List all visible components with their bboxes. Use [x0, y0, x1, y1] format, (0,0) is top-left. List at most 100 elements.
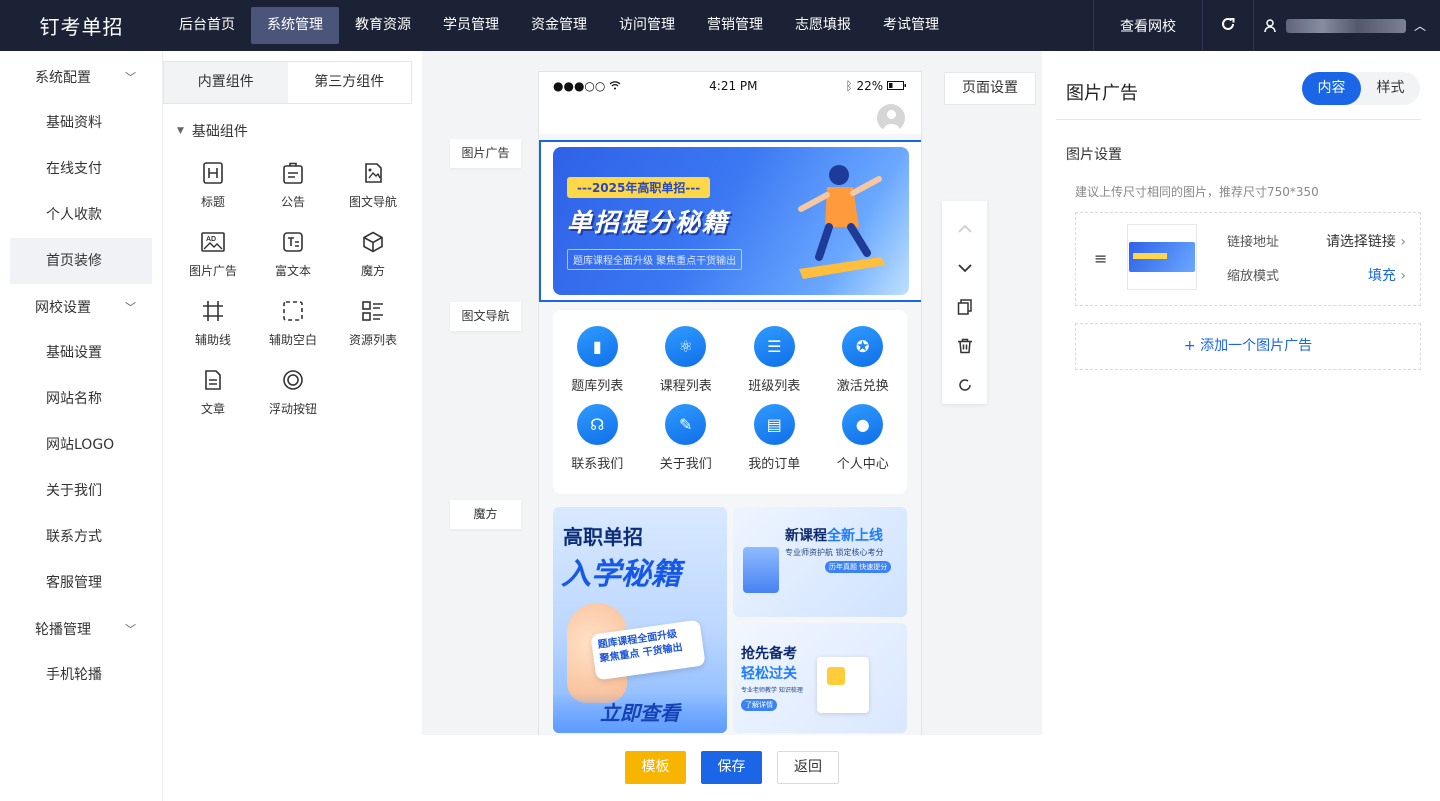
sidebar-item-personal-collect[interactable]: 个人收款 — [10, 192, 152, 238]
properties-panel: 图片广告 内容 样式 图片设置 建议上传尺寸相同的图片，推荐尺寸750*350 … — [1042, 51, 1440, 801]
phone-header — [539, 100, 921, 134]
back-button[interactable]: 返回 — [777, 750, 839, 784]
topnav-home[interactable]: 后台首页 — [163, 7, 251, 44]
nav-profile[interactable]: ● 个人中心 — [819, 404, 908, 472]
add-image-ad-button[interactable]: + 添加一个图片广告 — [1075, 323, 1421, 370]
zoom-selector[interactable]: 填充 › — [1368, 265, 1406, 285]
tab-style[interactable]: 样式 — [1361, 72, 1420, 105]
nav-class-list[interactable]: ☰ 班级列表 — [730, 326, 819, 394]
sidebar-group-label: 网校设置 — [35, 300, 91, 316]
view-site-link[interactable]: 查看网校 — [1094, 16, 1202, 36]
page-settings-button[interactable]: 页面设置 — [944, 72, 1036, 105]
sidebar-item-online-pay[interactable]: 在线支付 — [10, 146, 152, 192]
tab-third-party[interactable]: 第三方组件 — [288, 62, 412, 103]
drag-handle-icon[interactable]: ≡ — [1094, 249, 1107, 268]
topnav-students[interactable]: 学员管理 — [427, 7, 515, 44]
banner-pill: ---2025年高职单招--- — [567, 177, 711, 198]
component-tag-image-ad[interactable]: 图片广告 — [450, 139, 521, 168]
move-down-icon[interactable] — [956, 248, 974, 287]
topnav-marketing[interactable]: 营销管理 — [691, 7, 779, 44]
nav-label: 联系我们 — [571, 457, 624, 472]
reset-icon[interactable] — [957, 365, 973, 404]
sidebar-group-school-settings[interactable]: 网校设置 ﹀ — [0, 284, 162, 330]
user-menu[interactable]: ︿ — [1254, 17, 1440, 34]
magic-cube-right-top-image[interactable]: 新课程全新上线 专业师资护航 锁定核心考分 历年真题 快速提分 — [733, 507, 907, 617]
sidebar-item-basic-settings[interactable]: 基础设置 — [10, 330, 152, 376]
nav-about[interactable]: ✎ 关于我们 — [642, 404, 731, 472]
sidebar-item-about[interactable]: 关于我们 — [10, 468, 152, 514]
sidebar-item-mobile-carousel[interactable]: 手机轮播 — [10, 652, 152, 698]
component-tag-magic-cube[interactable]: 魔方 — [450, 500, 521, 529]
footer-actions: 模板 保存 返回 — [422, 735, 1042, 801]
nav-contact[interactable]: ☊ 联系我们 — [553, 404, 642, 472]
widget-float-button[interactable]: 浮动按钮 — [253, 366, 333, 417]
nav-course-list[interactable]: ⚛ 课程列表 — [642, 326, 731, 394]
component-tag-image-nav[interactable]: 图文导航 — [450, 302, 521, 331]
template-button[interactable]: 模板 — [625, 750, 686, 784]
nav-label: 我的订单 — [748, 457, 801, 472]
sidebar-item-customer-service[interactable]: 客服管理 — [10, 560, 152, 606]
cube-icon — [359, 228, 387, 256]
sidebar-group-carousel[interactable]: 轮播管理 ﹀ — [0, 606, 162, 652]
sidebar-item-homepage-decor[interactable]: 首页装修 — [10, 238, 152, 284]
banner-image: ---2025年高职单招--- 单招提分秘籍 题库课程全面升级 聚焦重点干货输出 — [553, 147, 909, 295]
widget-label: 图文导航 — [348, 195, 397, 209]
sidebar-group-system-config[interactable]: 系统配置 ﹀ — [0, 54, 162, 100]
chevron-down-icon: ﹀ — [125, 623, 136, 636]
widget-guide-line[interactable]: 辅助线 — [173, 297, 253, 348]
topnav-access[interactable]: 访问管理 — [603, 7, 691, 44]
sidebar-item-site-name[interactable]: 网站名称 — [10, 376, 152, 422]
top-right-tools: 查看网校 ︿ — [1092, 0, 1440, 51]
image-ad-block-selected[interactable]: ---2025年高职单招--- 单招提分秘籍 题库课程全面升级 聚焦重点干货输出 — [539, 140, 921, 302]
nav-orders[interactable]: ▤ 我的订单 — [730, 404, 819, 472]
widget-image-ad[interactable]: AD 图片广告 — [173, 228, 253, 279]
avatar[interactable] — [877, 104, 905, 132]
battery-percent: 22% — [856, 79, 884, 93]
move-up-icon[interactable] — [956, 209, 974, 248]
widget-label: 富文本 — [274, 264, 311, 278]
image-thumbnail[interactable] — [1127, 224, 1197, 290]
magic-rb-title2: 轻松过关 — [741, 666, 797, 682]
image-nav-block[interactable]: ▮ 题库列表 ⚛ 课程列表 ☰ 班级列表 ✪ 激活兑换 ☊ 联系我们 ✎ 关于我们 ▤ 我的订… — [553, 310, 907, 494]
topnav-system[interactable]: 系统管理 — [251, 7, 339, 44]
widget-article[interactable]: 文章 — [173, 366, 253, 417]
magic-cube-block[interactable]: 高职单招 入学秘籍 题库课程全面升级 聚焦重点 干货输出 立即查看 新课程全新上… — [553, 507, 907, 735]
brand-logo[interactable]: 钉考单招 — [0, 11, 163, 40]
refresh-icon[interactable] — [1203, 16, 1253, 36]
widget-label: 魔方 — [360, 264, 385, 278]
widget-image-nav[interactable]: 图文导航 — [333, 159, 413, 210]
save-button[interactable]: 保存 — [701, 750, 762, 784]
nav-activate[interactable]: ✪ 激活兑换 — [819, 326, 908, 394]
user-card-icon: ☰ — [753, 326, 795, 367]
chevron-down-icon: ﹀ — [125, 71, 136, 84]
topnav-volunteer[interactable]: 志愿填报 — [779, 7, 867, 44]
delete-icon[interactable] — [957, 326, 973, 365]
topnav-education[interactable]: 教育资源 — [339, 7, 427, 44]
sidebar-group-label: 轮播管理 — [35, 622, 91, 638]
magic-rb-sub: 专业老师教学 知识梳理 — [741, 687, 803, 694]
battery-icon — [886, 81, 906, 90]
topnav-exam[interactable]: 考试管理 — [867, 7, 955, 44]
sidebar-item-basic-info[interactable]: 基础资料 — [10, 100, 152, 146]
nav-question-bank[interactable]: ▮ 题库列表 — [553, 326, 642, 394]
tab-content[interactable]: 内容 — [1302, 72, 1361, 105]
category-basic[interactable]: ▼ 基础组件 — [177, 121, 248, 141]
widget-title[interactable]: 标题 — [173, 159, 253, 210]
thumbnail-preview — [1129, 242, 1195, 272]
tab-builtin[interactable]: 内置组件 — [164, 62, 288, 103]
copy-icon[interactable] — [957, 287, 973, 326]
widget-rich-text[interactable]: 富文本 — [253, 228, 333, 279]
topnav-finance[interactable]: 资金管理 — [515, 7, 603, 44]
widget-notice[interactable]: 公告 — [253, 159, 333, 210]
widget-spacer[interactable]: 辅助空白 — [253, 297, 333, 348]
widget-magic-cube[interactable]: 魔方 — [333, 228, 413, 279]
chevron-right-icon: › — [1400, 268, 1406, 284]
sidebar-item-site-logo[interactable]: 网站LOGO — [10, 422, 152, 468]
widget-resource-list[interactable]: 资源列表 — [333, 297, 413, 348]
magic-cube-left-image[interactable]: 高职单招 入学秘籍 题库课程全面升级 聚焦重点 干货输出 立即查看 — [553, 507, 727, 733]
magic-cube-right-bottom-image[interactable]: 抢先备考 轻松过关 专业老师教学 知识梳理 了解详情 — [733, 623, 907, 733]
guide-line-icon — [199, 297, 227, 325]
widget-grid: 标题 公告 图文导航 AD 图片广告 富文本 魔方 辅助线 辅助空白 资源列表 … — [173, 159, 413, 417]
link-selector[interactable]: 请选择链接 › — [1326, 231, 1406, 251]
sidebar-item-contact[interactable]: 联系方式 — [10, 514, 152, 560]
